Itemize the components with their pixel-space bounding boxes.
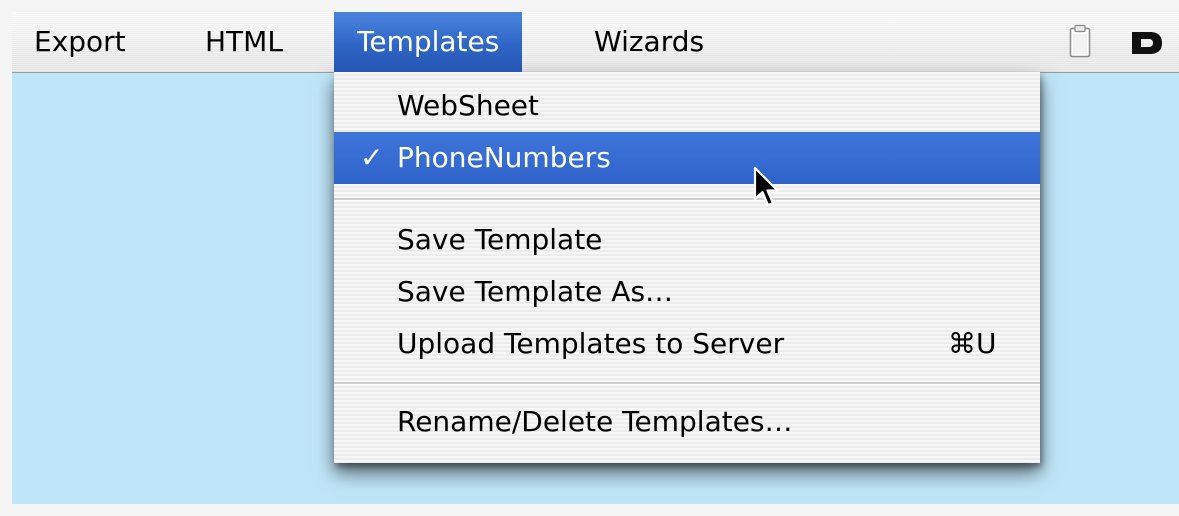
menu-export[interactable]: Export [34, 12, 126, 72]
menu-item-label: Rename/Delete Templates… [397, 405, 793, 438]
menu-item-rename-delete-templates[interactable]: Rename/Delete Templates… [334, 396, 1040, 448]
check-icon: ✓ [360, 141, 384, 174]
menu-item-label: PhoneNumbers [397, 141, 611, 174]
menu-bar: Export HTML Templates Wizards [12, 12, 1179, 73]
menu-separator [334, 382, 1040, 385]
app-d-icon[interactable] [1130, 30, 1164, 60]
keyboard-shortcut: ⌘U [948, 327, 997, 360]
menu-separator [334, 198, 1040, 201]
menu-item-save-template-as[interactable]: Save Template As… [334, 266, 1040, 318]
menu-item-label: Save Template As… [397, 275, 674, 308]
menu-wizards[interactable]: Wizards [594, 12, 704, 72]
menu-item-phonenumbers[interactable]: ✓ PhoneNumbers [334, 132, 1040, 184]
screen: Export HTML Templates Wizards WebSheet ✓… [12, 12, 1179, 504]
menu-item-upload-templates[interactable]: Upload Templates to Server ⌘U [334, 318, 1040, 370]
menu-item-label: Save Template [397, 223, 603, 256]
menu-item-save-template[interactable]: Save Template [334, 214, 1040, 266]
clipboard-icon[interactable] [1069, 24, 1091, 62]
menu-item-label: Upload Templates to Server [397, 327, 785, 360]
menu-html[interactable]: HTML [205, 12, 283, 72]
menu-item-label: WebSheet [397, 89, 539, 122]
templates-dropdown-menu: WebSheet ✓ PhoneNumbers Save Template Sa… [334, 72, 1040, 463]
menu-templates[interactable]: Templates [334, 12, 523, 72]
arrow-cursor-icon [752, 166, 784, 216]
menu-item-websheet[interactable]: WebSheet [334, 80, 1040, 132]
